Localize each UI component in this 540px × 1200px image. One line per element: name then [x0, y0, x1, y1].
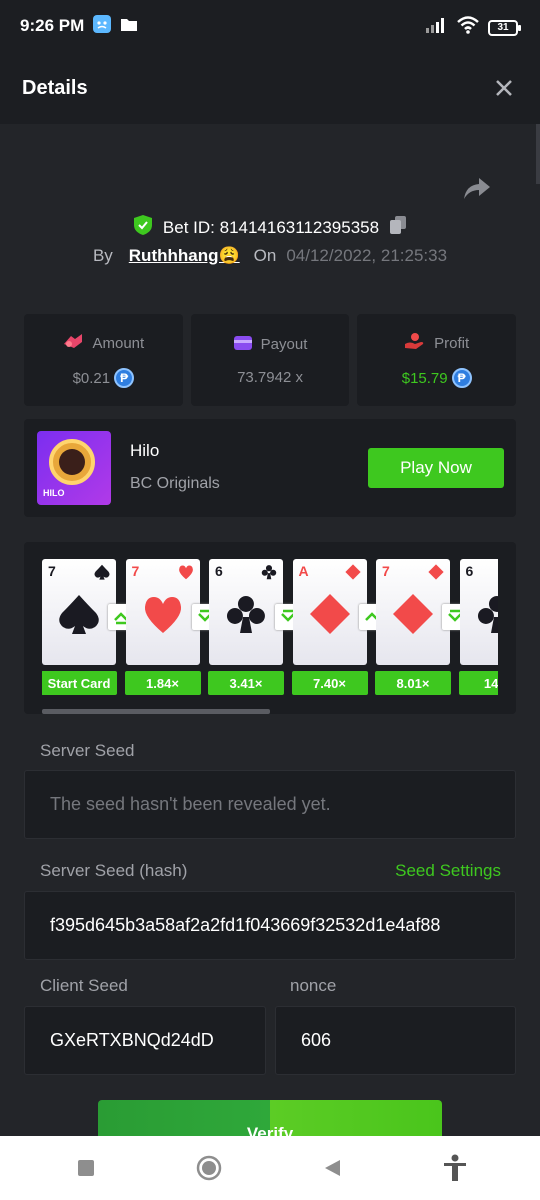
card-multiplier-badge: 7.40×: [291, 671, 368, 695]
game-provider: BC Originals: [130, 475, 220, 492]
bet-meta-row: By Ruthhhang😩 On 04/12/2022, 21:25:33: [0, 246, 540, 266]
stat-amount: Amount $0.21 ₱: [24, 314, 183, 406]
club-suit-icon: [261, 565, 277, 580]
diamond-suit-icon: [344, 564, 361, 580]
bet-date: 04/12/2022, 21:25:33: [286, 246, 448, 265]
wifi-icon: [456, 16, 480, 39]
card-rank: 7: [131, 563, 140, 579]
heart-suit-icon: [144, 597, 181, 633]
card-multiplier-badge: Start Card: [42, 671, 117, 695]
stat-value: 73.7942 x: [237, 368, 303, 386]
game-card: HILO Hilo BC Originals Play Now: [24, 419, 516, 517]
amount-icon: [62, 332, 84, 354]
card-rank: 6: [215, 563, 223, 579]
thumbnail-label: HILO: [43, 488, 65, 498]
folder-icon: [120, 16, 138, 37]
stat-label: Amount: [92, 334, 145, 352]
card-multiplier-badge: 14.8: [458, 671, 498, 695]
page-title: Details: [22, 76, 88, 99]
diamond-suit-icon: [428, 564, 444, 580]
playing-card: 6: [459, 559, 498, 665]
payout-card-icon: [233, 335, 253, 355]
diamond-suit-icon: [309, 594, 350, 634]
card-multiplier-badge: 8.01×: [375, 671, 451, 695]
system-nav-bar: [0, 1136, 540, 1200]
back-icon[interactable]: [312, 1148, 352, 1188]
heart-suit-icon: [178, 565, 193, 580]
coin-icon: ₱: [114, 368, 135, 388]
thumbnail-character: [59, 449, 85, 475]
seed-settings-link[interactable]: Seed Settings: [395, 861, 501, 881]
app-notification-icon: [92, 14, 112, 39]
battery-indicator: 31: [488, 19, 521, 36]
card-multiplier-badge: 1.84×: [124, 671, 201, 695]
server-seed-hash-field[interactable]: f395d645b3a58af2a2fd1f043669f32532d1e4af…: [24, 891, 516, 960]
by-label: By: [92, 246, 113, 265]
playing-card: 6: [209, 559, 283, 665]
card-rank: A: [298, 563, 309, 579]
home-icon[interactable]: [189, 1148, 229, 1188]
stat-profit: Profit $15.79 ₱: [357, 314, 517, 406]
club-suit-icon: [477, 596, 498, 633]
server-seed-placeholder: The seed hasn't been revealed yet.: [50, 794, 331, 814]
close-icon[interactable]: [492, 76, 516, 100]
on-label: On: [253, 246, 277, 265]
game-name: Hilo: [130, 441, 160, 460]
card-history-scrollbar[interactable]: [42, 709, 270, 714]
page-scrollbar[interactable]: [536, 124, 540, 184]
card-multiplier-badge: 3.41×: [208, 671, 284, 695]
server-seed-hash-label: Server Seed (hash): [40, 861, 188, 880]
bet-user-link[interactable]: Ruthhhang😩: [129, 246, 240, 266]
accessibility-icon[interactable]: [435, 1148, 475, 1188]
profit-hand-icon: [404, 332, 426, 354]
diamond-suit-icon: [393, 594, 433, 634]
stat-value: $0.21: [72, 369, 111, 387]
nonce-value: 606: [301, 1030, 332, 1050]
recents-icon[interactable]: [66, 1148, 106, 1188]
status-bar: 9:26 PM 31: [0, 0, 540, 52]
copy-icon[interactable]: [389, 215, 407, 240]
playing-card: A: [292, 559, 367, 665]
card-strip: 7 Start Card 7 1.84× 6 3.41× A 7.40× 7 8.01× 6 14.8: [42, 542, 498, 714]
stat-payout: Payout 73.7942 x: [190, 314, 350, 406]
card-rank: 7: [48, 563, 56, 579]
signal-icon: [426, 17, 448, 38]
client-seed-label: Client Seed: [40, 976, 128, 995]
stat-label: Profit: [434, 334, 470, 352]
coin-icon: ₱: [451, 368, 472, 388]
playing-card: 7: [125, 559, 200, 665]
card-rank: 6: [465, 563, 474, 579]
client-seed-value: GXeRTXBNQd24dD: [50, 1030, 214, 1050]
game-thumbnail[interactable]: HILO: [37, 431, 111, 505]
playing-card: 7: [376, 559, 450, 665]
details-header: Details: [0, 52, 540, 124]
verified-shield-icon: [133, 214, 153, 241]
bet-stats: Amount $0.21 ₱ Payout 73.7942 x Profit $…: [24, 314, 517, 406]
spade-suit-icon: [59, 595, 99, 634]
server-seed-field[interactable]: The seed hasn't been revealed yet.: [24, 770, 516, 839]
server-seed-hash-value: f395d645b3a58af2a2fd1f043669f32532d1e4af…: [50, 915, 441, 935]
share-icon[interactable]: [462, 174, 492, 202]
client-seed-field[interactable]: GXeRTXBNQd24dD: [24, 1006, 266, 1075]
bet-id-row: Bet ID: 81414163112395358: [0, 214, 540, 241]
play-now-button[interactable]: Play Now: [368, 448, 504, 488]
nonce-field[interactable]: 606: [275, 1006, 516, 1075]
stat-value: $15.79: [401, 369, 448, 387]
stat-label: Payout: [260, 336, 308, 353]
card-rank: 7: [382, 563, 390, 579]
club-suit-icon: [226, 596, 265, 633]
playing-card: 7: [42, 559, 116, 665]
server-seed-label: Server Seed: [40, 741, 135, 760]
status-time: 9:26 PM: [20, 16, 85, 35]
bet-id: Bet ID: 81414163112395358: [162, 217, 380, 237]
nonce-label: nonce: [290, 976, 337, 995]
spade-suit-icon: [94, 564, 110, 580]
card-history[interactable]: 7 Start Card 7 1.84× 6 3.41× A 7.40× 7 8.01× 6 14.8: [24, 542, 516, 714]
